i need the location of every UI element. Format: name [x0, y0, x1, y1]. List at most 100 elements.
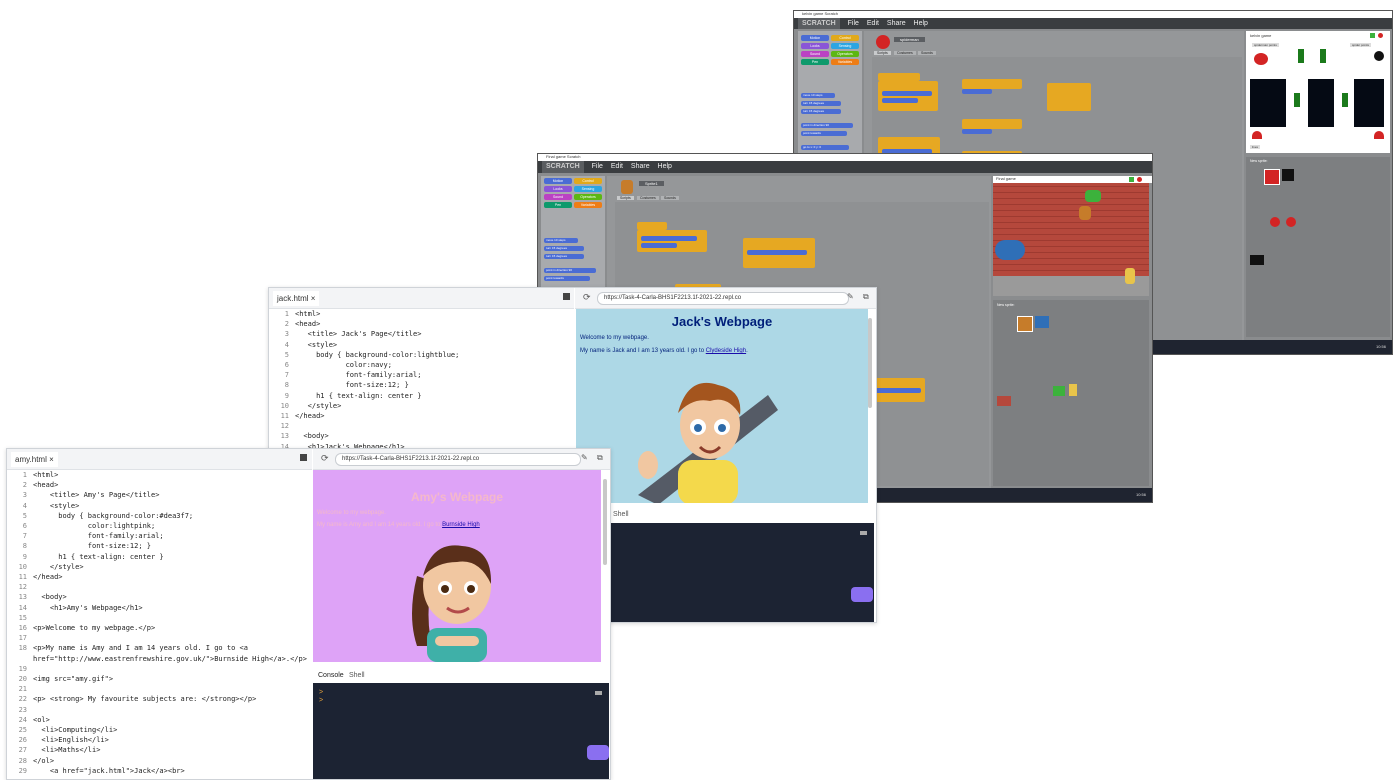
code-line[interactable]: 5 body { background-color:#dea3f7; — [7, 511, 307, 521]
code-line[interactable]: 27 <li>Maths</li> — [7, 745, 307, 755]
code-line[interactable]: 15 — [7, 613, 307, 623]
category-sensing[interactable]: Sensing — [831, 43, 859, 49]
block-move[interactable]: move 10 steps — [801, 93, 835, 98]
category-operators[interactable]: Operators — [831, 51, 859, 57]
code-line[interactable]: 1 <html> — [269, 309, 569, 319]
script-block[interactable] — [878, 81, 938, 111]
category-control[interactable]: Control — [831, 35, 859, 41]
shell-tab[interactable]: Shell — [613, 511, 629, 518]
block-turn-left[interactable]: turn 15 degrees — [544, 254, 584, 259]
script-block[interactable] — [637, 230, 707, 252]
block-point-direction[interactable]: point in direction 90 — [801, 123, 853, 128]
category-sound[interactable]: Sound — [801, 51, 829, 57]
code-line[interactable]: 12 — [269, 421, 569, 431]
code-line[interactable]: 18 <p>My name is Amy and I am 14 years ol… — [7, 643, 307, 653]
code-line[interactable]: 10 </style> — [7, 562, 307, 572]
edit-icon[interactable]: ✎ — [581, 453, 588, 462]
stop-icon[interactable] — [1378, 33, 1383, 38]
script-block[interactable] — [962, 119, 1022, 129]
category-pen[interactable]: Pen — [801, 59, 829, 65]
code-line[interactable]: href="http://www.eastrenfrewshire.gov.uk… — [7, 654, 307, 664]
sprite-thumb[interactable] — [1282, 169, 1294, 181]
category-operators[interactable]: Operators — [574, 194, 602, 200]
url-field[interactable]: https://Task-4-Carla-BHS1F2213.1f-2021-2… — [597, 292, 849, 305]
sprite-list[interactable]: New sprite: — [1246, 157, 1390, 337]
code-line[interactable]: 29 <a href="jack.html">Jack</a><br> — [7, 766, 307, 776]
code-line[interactable]: 6 color:lightpink; — [7, 521, 307, 531]
code-line[interactable]: 25 <li>Computing</li> — [7, 725, 307, 735]
script-block[interactable] — [1047, 83, 1091, 111]
script-block[interactable] — [882, 98, 918, 103]
url-field[interactable]: https://Task-4-Carla-BHS1F2213.1f-2021-2… — [335, 453, 581, 466]
refresh-icon[interactable]: ⟳ — [321, 453, 329, 464]
tab-sounds[interactable]: Sounds — [918, 51, 936, 55]
shell-console[interactable] — [576, 523, 874, 622]
stage-thumb[interactable] — [1250, 255, 1264, 265]
block-turn-left[interactable]: turn 15 degrees — [801, 109, 841, 114]
code-line[interactable]: 3 <title> Jack's Page</title> — [269, 329, 569, 339]
code-line[interactable]: 24 <ol> — [7, 715, 307, 725]
sprite-thumb[interactable] — [1069, 384, 1077, 396]
clear-icon[interactable] — [595, 691, 602, 695]
code-line[interactable]: 3 <title> Amy's Page</title> — [7, 490, 307, 500]
category-pen[interactable]: Pen — [544, 202, 572, 208]
category-variables[interactable]: Variables — [574, 202, 602, 208]
code-line[interactable]: 19 — [7, 664, 307, 674]
refresh-icon[interactable]: ⟳ — [583, 292, 591, 303]
category-looks[interactable]: Looks — [544, 186, 572, 192]
code-line[interactable]: 13 <body> — [7, 592, 307, 602]
block-move[interactable]: move 10 steps — [544, 238, 578, 243]
editor-menu-icon[interactable] — [563, 293, 570, 300]
script-block[interactable] — [641, 243, 677, 248]
shell-tab[interactable]: Shell — [349, 672, 365, 679]
category-control[interactable]: Control — [574, 178, 602, 184]
code-line[interactable]: 2 <head> — [7, 480, 307, 490]
category-looks[interactable]: Looks — [801, 43, 829, 49]
script-block[interactable] — [962, 89, 992, 94]
category-motion[interactable]: Motion — [544, 178, 572, 184]
page-link[interactable]: Burnside High — [442, 522, 480, 528]
scrollbar[interactable] — [603, 479, 607, 565]
code-line[interactable]: 13 <body> — [269, 431, 569, 441]
code-line[interactable]: 22 <p> <strong> My favourite subjects are… — [7, 694, 307, 704]
stop-icon[interactable] — [1137, 177, 1142, 182]
edit-icon[interactable]: ✎ — [847, 292, 854, 301]
code-line[interactable]: 11 </head> — [7, 572, 307, 582]
code-line[interactable]: 20 <img src="amy.gif"> — [7, 674, 307, 684]
block-turn-right[interactable]: turn 15 degrees — [544, 246, 584, 251]
block-go-to-xy[interactable]: go to x: 0 y: 0 — [801, 145, 849, 150]
code-line[interactable]: 14 <h1>Amy's Webpage</h1> — [7, 603, 307, 613]
sprite-thumb[interactable] — [1286, 217, 1296, 227]
code-line[interactable]: 4 <style> — [269, 340, 569, 350]
tab-sounds[interactable]: Sounds — [661, 196, 679, 200]
menu-help[interactable]: Help — [914, 20, 928, 27]
code-line[interactable]: 11 </head> — [269, 411, 569, 421]
menu-file[interactable]: File — [592, 163, 603, 170]
code-line[interactable]: 1 <html> — [7, 470, 307, 480]
menu-share[interactable]: Share — [887, 20, 906, 27]
sprite-thumb[interactable] — [1053, 386, 1065, 396]
menu-file[interactable]: File — [848, 20, 859, 27]
code-line[interactable]: 9 h1 { text-align: center } — [7, 552, 307, 562]
tab-scripts[interactable]: Scripts — [874, 51, 891, 55]
code-editor[interactable]: 1 <html> 2 <head> 3 <title> Jack's Page</tit… — [269, 309, 569, 452]
code-line[interactable]: 23 — [7, 705, 307, 715]
code-line[interactable]: 6 color:navy; — [269, 360, 569, 370]
code-editor[interactable]: 1 <html> 2 <head> 3 <title> Amy's Page</titl… — [7, 470, 307, 776]
sprite-thumb[interactable] — [1270, 217, 1280, 227]
sprite-thumb[interactable] — [1035, 316, 1049, 328]
code-line[interactable]: 21 — [7, 684, 307, 694]
code-line[interactable]: 10 </style> — [269, 401, 569, 411]
code-line[interactable]: 26 <li>English</li> — [7, 735, 307, 745]
sprite-thumb[interactable] — [1264, 169, 1280, 185]
block-turn-right[interactable]: turn 15 degrees — [801, 101, 841, 106]
code-line[interactable]: 4 <style> — [7, 501, 307, 511]
menu-help[interactable]: Help — [658, 163, 672, 170]
tab-scripts[interactable]: Scripts — [617, 196, 634, 200]
menu-share[interactable]: Share — [631, 163, 650, 170]
sprite-list[interactable]: New sprite: — [993, 300, 1149, 486]
script-block[interactable] — [747, 250, 807, 255]
code-line[interactable]: 9 h1 { text-align: center } — [269, 391, 569, 401]
script-block[interactable] — [962, 79, 1022, 89]
tab-amy-html[interactable]: amy.html × — [11, 452, 58, 467]
